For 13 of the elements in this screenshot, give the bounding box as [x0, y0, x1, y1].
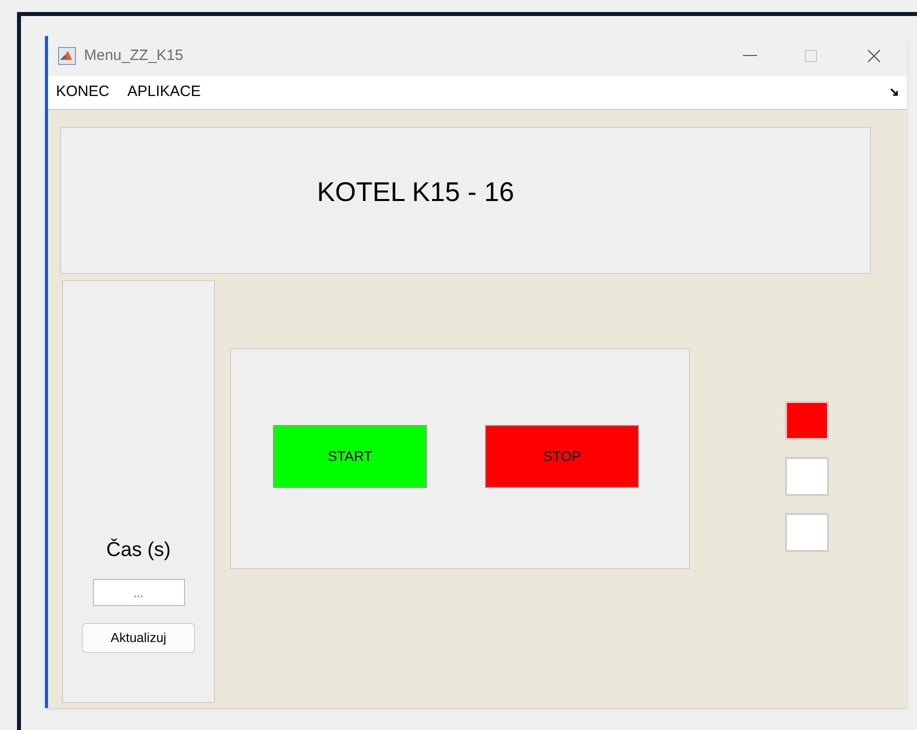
arrow-icon[interactable] [890, 88, 899, 97]
window-title: Menu_ZZ_K15 [84, 46, 184, 66]
control-button[interactable]: STOP [485, 425, 639, 488]
menu-item[interactable]: APLIKACE [127, 81, 201, 104]
time-field[interactable]: ... [92, 579, 184, 606]
time-label: Čas (s) [106, 538, 171, 563]
update-button[interactable]: Aktualizuj [82, 623, 195, 653]
app-logo-icon [58, 47, 76, 65]
header-title: KOTEL K15 - 16 [317, 176, 514, 209]
menu-item[interactable]: KONEC [56, 81, 110, 104]
close-icon[interactable] [867, 49, 881, 63]
control-button[interactable]: START [273, 425, 427, 488]
minimize-icon[interactable] [743, 55, 757, 57]
